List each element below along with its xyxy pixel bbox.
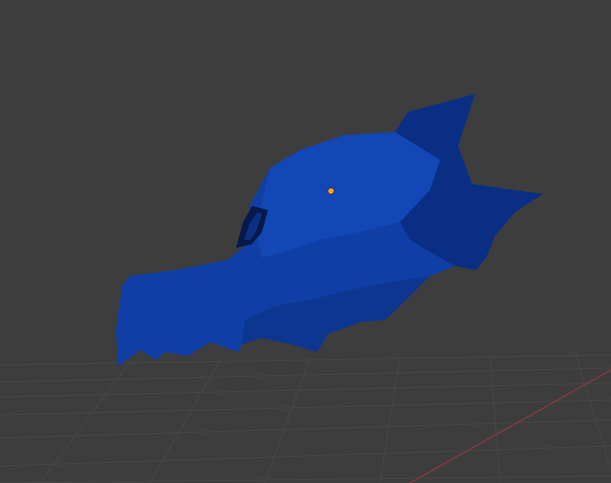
grid-line: [0, 354, 611, 366]
grid-line: [0, 445, 611, 467]
floor-grid: [0, 351, 611, 483]
3d-viewport[interactable]: [0, 0, 611, 483]
origin-point[interactable]: [327, 187, 335, 195]
grid-line: [0, 419, 611, 439]
grid-line: [0, 475, 611, 483]
viewport-canvas[interactable]: [0, 0, 611, 483]
grid-line: [489, 353, 501, 483]
grid-line: [0, 382, 611, 398]
grid-line: [379, 355, 401, 483]
grid-line: [574, 351, 611, 471]
grid-line: [264, 357, 311, 483]
mesh-object[interactable]: [116, 94, 543, 366]
